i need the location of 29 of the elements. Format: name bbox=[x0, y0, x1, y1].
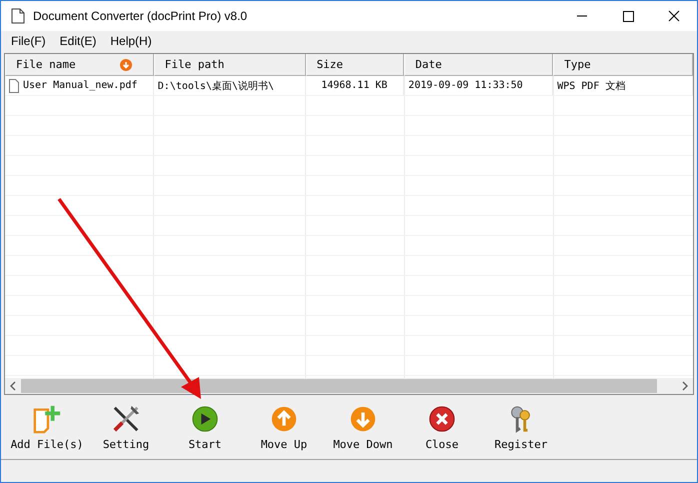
menu-item[interactable]: File(F) bbox=[11, 34, 46, 48]
table-cell: User Manual_new.pdf bbox=[5, 76, 154, 96]
table-cell: 2019-09-09 11:33:50 bbox=[404, 76, 554, 96]
close-icon bbox=[427, 404, 457, 434]
play-icon bbox=[190, 404, 220, 434]
menu-item[interactable]: Edit(E) bbox=[60, 34, 96, 48]
menu-item[interactable]: Help(H) bbox=[110, 34, 152, 48]
column-header[interactable]: File path bbox=[154, 54, 306, 76]
column-header[interactable]: File name bbox=[5, 54, 154, 76]
horizontal-scrollbar[interactable] bbox=[5, 378, 693, 394]
toolbar-button[interactable]: Move Up bbox=[244, 404, 324, 450]
toolbar-button[interactable]: Close bbox=[402, 404, 482, 450]
column-header[interactable]: Size bbox=[306, 54, 404, 76]
toolbar-button[interactable]: Move Down bbox=[323, 404, 403, 450]
tools-icon bbox=[111, 404, 141, 434]
column-header[interactable]: Date bbox=[404, 54, 554, 76]
document-icon bbox=[11, 8, 25, 24]
window-title: Document Converter (docPrint Pro) v8.0 bbox=[33, 9, 248, 23]
toolbar-button[interactable]: Setting bbox=[86, 404, 166, 450]
toolbar-button[interactable]: Start bbox=[165, 404, 245, 450]
add-file-icon bbox=[32, 404, 62, 434]
file-icon bbox=[9, 78, 19, 92]
sort-down-icon bbox=[120, 58, 132, 70]
table-cell: 14968.11 KB bbox=[306, 76, 404, 96]
column-header[interactable]: Type bbox=[553, 54, 693, 76]
table-cell: D:\tools\桌面\说明书\ bbox=[154, 76, 306, 96]
toolbar-button[interactable]: Add File(s) bbox=[7, 404, 87, 450]
table-cell: WPS PDF 文档 bbox=[553, 76, 693, 96]
toolbar-button[interactable]: Register bbox=[481, 404, 561, 450]
